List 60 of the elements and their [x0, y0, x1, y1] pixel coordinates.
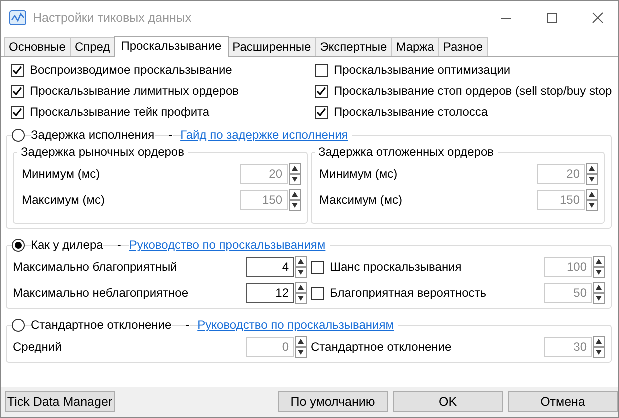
tab[interactable]: Спред — [70, 37, 116, 57]
spinner-arrows-icon[interactable] — [295, 336, 307, 358]
field-label: Максимально благоприятный — [13, 260, 178, 274]
maximize-icon[interactable] — [546, 12, 558, 24]
tab[interactable]: Экспертные — [315, 37, 392, 57]
group-title: Задержка отложенных ордеров — [314, 145, 498, 159]
tab[interactable]: Разное — [438, 37, 488, 57]
tab[interactable]: Маржа — [391, 37, 440, 57]
window-title: Настройки тиковых данных — [33, 11, 192, 25]
spinner-arrows-icon[interactable] — [295, 282, 307, 304]
dialog-button[interactable]: OK — [393, 391, 503, 412]
spinner-arrows-icon[interactable] — [295, 256, 307, 278]
tab[interactable]: Расширенные — [228, 37, 316, 57]
spinner-arrows-icon[interactable] — [593, 336, 605, 358]
checkbox[interactable] — [315, 64, 328, 76]
checkbox[interactable] — [315, 106, 328, 118]
spinner-arrows-icon[interactable] — [288, 163, 300, 185]
tab[interactable]: Проскальзывание — [114, 36, 229, 57]
checkbox-label: Проскальзывание тейк профита — [30, 105, 210, 119]
checkbox[interactable] — [315, 84, 328, 98]
checkbox[interactable] — [11, 64, 24, 76]
guide-link[interactable]: Гайд по задержке исполнения — [180, 128, 352, 142]
field-label: Максимум (мс) — [22, 193, 105, 207]
radio-label: Как у дилера — [31, 238, 104, 252]
field-label: Максимально неблагоприятное — [13, 286, 189, 300]
number-field[interactable]: 4 — [246, 257, 294, 277]
spinner-arrows-icon[interactable] — [593, 256, 605, 278]
spinner-arrows-icon[interactable] — [288, 189, 300, 211]
field-label: Стандартное отклонение — [311, 340, 452, 354]
dialog-button[interactable]: По умолчанию — [278, 391, 388, 412]
radio-button[interactable] — [12, 318, 25, 332]
checkbox[interactable] — [11, 106, 24, 118]
field-label: Шанс проскальзывания — [330, 260, 462, 274]
spinner-arrows-icon[interactable] — [586, 189, 598, 211]
tab[interactable]: Основные — [4, 37, 71, 57]
number-field[interactable]: 12 — [246, 283, 294, 303]
app-icon — [9, 10, 27, 26]
spinner-arrows-icon[interactable] — [593, 282, 605, 304]
field-label: Максимум (мс) — [320, 193, 402, 207]
checkbox-label: Проскальзывание лимитных ордеров — [30, 84, 240, 98]
close-icon[interactable] — [592, 12, 604, 24]
checkbox-label: Проскальзывание столосса — [334, 105, 488, 119]
radio-button[interactable] — [12, 238, 25, 252]
checkbox[interactable] — [11, 84, 24, 98]
checkbox-label: Воспроизводимое проскальзывание — [30, 63, 232, 77]
field-label: Минимум (мс) — [320, 167, 398, 181]
radio-button[interactable] — [12, 128, 25, 142]
field-label: Средний — [13, 340, 62, 354]
field-label: Благоприятная вероятность — [330, 286, 487, 300]
guide-link[interactable]: Руководство по проскальзываниям — [198, 318, 398, 332]
guide-link[interactable]: Руководство по проскальзываниям — [129, 238, 330, 252]
radio-label: Задержка исполнения — [31, 128, 155, 142]
radio-label: Стандартное отклонение — [31, 318, 172, 332]
group-title: Задержка рыночных ордеров — [17, 145, 188, 159]
tick-data-manager-button[interactable]: Tick Data Manager — [5, 391, 115, 412]
spinner-arrows-icon[interactable] — [586, 163, 598, 185]
checkbox-label: Проскальзывание оптимизации — [334, 63, 511, 77]
checkbox-label: Проскальзывание стоп ордеров (sell stop/buy stop — [334, 84, 612, 98]
field-label: Минимум (мс) — [22, 167, 100, 181]
dialog-button[interactable]: Отмена — [508, 391, 618, 412]
